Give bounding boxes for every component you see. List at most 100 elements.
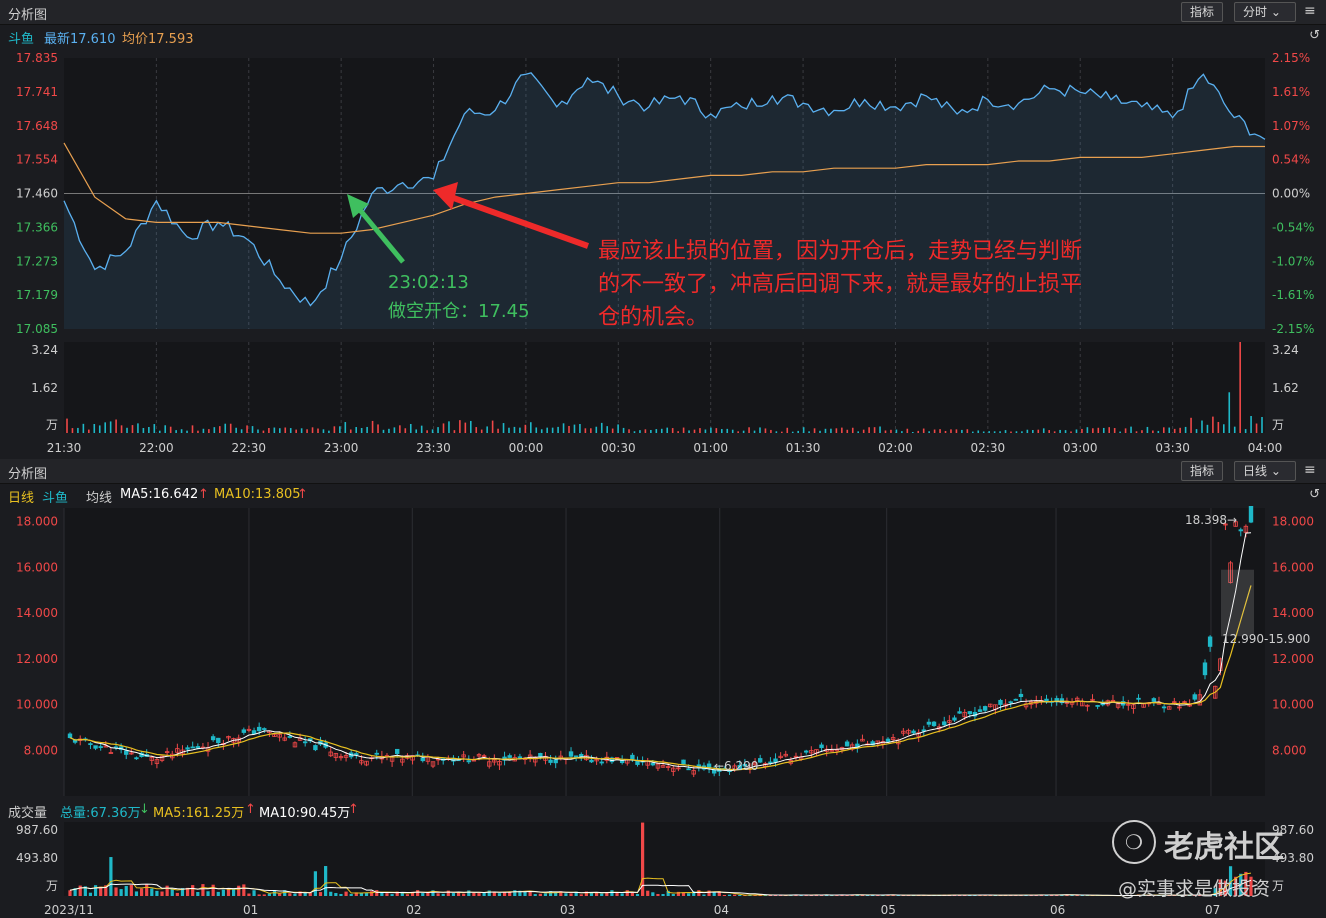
daily-volume-bar bbox=[247, 893, 251, 896]
time-tick-label: 02:00 bbox=[878, 441, 913, 455]
date-tick-label: 04 bbox=[714, 903, 729, 917]
daily-price-tick: 12.000 bbox=[16, 652, 58, 666]
low-label: ←6.290 bbox=[714, 759, 758, 773]
candle-body bbox=[354, 753, 359, 756]
annotation-time: 23:02:13 bbox=[388, 272, 469, 293]
ma5-label: MA5:16.642 bbox=[120, 487, 199, 502]
daily-volume-bar bbox=[651, 892, 655, 896]
period-label: 日线 bbox=[8, 491, 35, 506]
top-panel-title: 分析图 bbox=[8, 8, 48, 23]
candle-body bbox=[1095, 705, 1100, 707]
candle-body bbox=[1192, 694, 1197, 700]
volume-total: 总量:67.36万 bbox=[60, 806, 141, 821]
stock-name-daily: 斗鱼 bbox=[42, 491, 69, 506]
daily-volume-bar bbox=[267, 893, 271, 896]
candle-body bbox=[124, 750, 129, 755]
chevron-down-icon: ⌄ bbox=[1270, 464, 1281, 478]
daily-volume-bar bbox=[344, 891, 348, 896]
candle-body bbox=[768, 761, 773, 764]
date-tick-label: 07 bbox=[1205, 903, 1220, 917]
daily-volume-bar bbox=[416, 890, 420, 896]
daily-volume-bar bbox=[165, 885, 169, 896]
candle-body bbox=[548, 759, 553, 763]
daily-volume-bar bbox=[324, 866, 328, 896]
date-tick-label: 06 bbox=[1050, 903, 1065, 917]
daily-volume-bar bbox=[702, 894, 706, 896]
daily-volume-bar bbox=[697, 890, 701, 896]
daily-price-tick: 8.000 bbox=[24, 743, 58, 757]
daily-price-tick: 18.000 bbox=[16, 515, 58, 529]
reset-icon[interactable]: ↺ bbox=[1309, 487, 1320, 502]
range-box bbox=[1221, 569, 1254, 637]
daily-vol-tick: 万 bbox=[46, 879, 58, 893]
daily-volume-bar bbox=[390, 894, 394, 896]
bottom-period-label: 日线 bbox=[1243, 464, 1268, 478]
bottom-indicator-button[interactable]: 指标 bbox=[1181, 461, 1224, 481]
top-period-select[interactable]: 分时 ⌄ bbox=[1234, 2, 1296, 22]
daily-volume-bar bbox=[482, 892, 486, 896]
daily-volume-bar bbox=[160, 891, 164, 896]
volume-title: 成交量 bbox=[8, 806, 48, 821]
daily-volume-bar bbox=[139, 888, 144, 896]
daily-volume-bar bbox=[349, 893, 353, 896]
daily-volume-bar bbox=[201, 884, 205, 896]
daily-volume-bar bbox=[226, 889, 231, 896]
candle-body bbox=[395, 748, 400, 754]
candle-body bbox=[619, 760, 625, 764]
daily-volume-bar bbox=[129, 885, 133, 896]
pct-tick-label: 0.54% bbox=[1272, 153, 1310, 167]
top-indicator-button[interactable]: 指标 bbox=[1181, 2, 1224, 22]
daily-volume-bar bbox=[88, 892, 93, 896]
price-tick-label: 17.273 bbox=[16, 254, 58, 268]
candle-body bbox=[420, 757, 425, 762]
daily-volume-bar bbox=[472, 892, 476, 896]
price-tick-label: 17.648 bbox=[16, 119, 58, 133]
candle-body bbox=[67, 733, 73, 739]
candle-body bbox=[302, 741, 308, 744]
daily-volume-bar bbox=[635, 894, 640, 896]
candle-body bbox=[819, 744, 824, 749]
daily-volume-bar bbox=[232, 889, 236, 896]
candle-body bbox=[1008, 701, 1013, 704]
bottom-period-select[interactable]: 日线 ⌄ bbox=[1234, 461, 1296, 481]
daily-price-tick-right: 8.000 bbox=[1272, 743, 1306, 757]
time-tick-label: 00:30 bbox=[601, 441, 636, 455]
candle-body bbox=[185, 747, 190, 750]
daily-volume-bar bbox=[196, 891, 200, 896]
daily-area-bg bbox=[64, 508, 1265, 796]
candle-body bbox=[982, 706, 988, 711]
daily-volume-bar bbox=[145, 884, 149, 896]
ma10-label: MA10:13.805 bbox=[214, 487, 301, 502]
daily-volume-bar bbox=[543, 893, 548, 896]
daily-volume-bar bbox=[451, 893, 456, 896]
candle-body bbox=[1151, 698, 1157, 702]
daily-price-tick-right: 16.000 bbox=[1272, 560, 1314, 574]
daily-volume-bar bbox=[206, 891, 210, 896]
daily-volume-bar bbox=[68, 890, 72, 896]
reset-icon[interactable]: ↺ bbox=[1309, 28, 1320, 43]
daily-volume-bar bbox=[175, 892, 179, 896]
daily-volume-bar bbox=[487, 890, 491, 896]
candle-body bbox=[773, 758, 778, 763]
candle-body bbox=[88, 743, 93, 746]
candle-body bbox=[977, 709, 983, 712]
daily-vol-tick: 493.80 bbox=[16, 851, 58, 865]
menu-icon[interactable]: ≡ bbox=[1304, 3, 1316, 19]
candle-body bbox=[686, 768, 691, 771]
candle-body bbox=[573, 755, 579, 758]
price-tick-label: 17.179 bbox=[16, 288, 58, 302]
annotation-note-line-3: 仓的机会。 bbox=[598, 305, 709, 330]
daily-volume-bar bbox=[722, 895, 727, 896]
daily-volume-bar bbox=[620, 893, 624, 896]
date-tick-label: 2023/11 bbox=[44, 903, 94, 917]
daily-volume-bar bbox=[533, 894, 537, 896]
bottom-legend: 日线 斗鱼 均线 MA5:16.642 ↑ MA10:13.805 ↑ ↺ bbox=[0, 484, 1326, 506]
price-tick-label: 17.085 bbox=[16, 322, 58, 336]
daily-volume-bar bbox=[646, 890, 650, 896]
tiger-logo-icon: ❍ bbox=[1112, 820, 1156, 864]
vol-tick-label: 1.62 bbox=[31, 381, 58, 395]
menu-icon[interactable]: ≡ bbox=[1304, 462, 1316, 478]
candle-body bbox=[287, 736, 293, 738]
candle-body bbox=[538, 753, 543, 757]
vol-tick-label-right: 万 bbox=[1272, 418, 1284, 432]
